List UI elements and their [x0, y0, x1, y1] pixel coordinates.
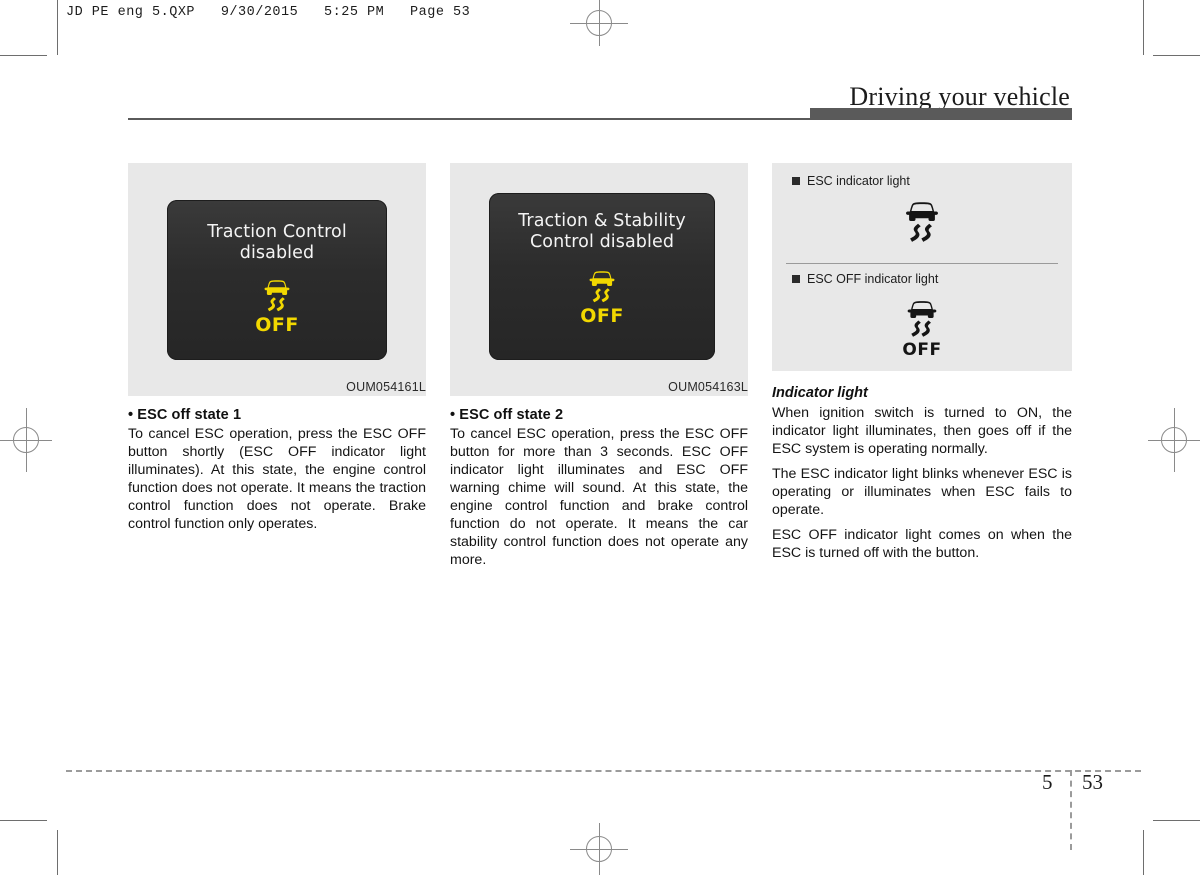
registration-mark-bottom-center: [570, 823, 628, 875]
crop-mark-bottom-right-horizontal: [1153, 820, 1200, 821]
body-paragraph: To cancel ESC operation, press the ESC O…: [450, 426, 748, 569]
indicator-item-esc: ESC indicator light: [792, 174, 910, 188]
esc-off-state-2-text: • ESC off state 2 To cancel ESC operatio…: [450, 407, 748, 569]
esc-off-indicator-label: OFF: [902, 340, 942, 360]
panel-divider: [786, 263, 1058, 264]
column-one: Traction Control disabled OFF OUM054161L…: [128, 163, 426, 533]
lcd-message: Traction & Stability Control disabled: [518, 211, 686, 252]
footer-dashed-vertical: [1070, 770, 1072, 850]
lcd-display: Traction Control disabled OFF: [167, 200, 387, 360]
esc-off-state-2-figure: Traction & Stability Control disabled OF…: [450, 163, 748, 396]
crop-mark-bottom-left-vertical: [57, 830, 58, 875]
esc-off-indicator-icon-wrap: OFF: [772, 295, 1072, 359]
crop-mark-top-left-vertical: [57, 0, 58, 55]
lcd-message: Traction Control disabled: [207, 222, 347, 263]
esc-off-indicator-icon: [901, 295, 943, 341]
registration-mark-right-middle: [1148, 408, 1200, 472]
crop-mark-bottom-right-vertical: [1143, 830, 1144, 875]
registration-circle: [13, 427, 39, 453]
esc-indicator-icon-wrap: [772, 195, 1072, 247]
body-paragraph: ESC OFF indicator light comes on when th…: [772, 527, 1072, 562]
registration-circle: [586, 10, 612, 36]
esc-off-icon-wrap: OFF: [580, 266, 624, 326]
body-paragraph: The ESC indicator light blinks whenever …: [772, 466, 1072, 519]
indicator-light-text: Indicator light When ignition switch is …: [772, 385, 1072, 562]
lcd-message-line-1: Traction Control: [207, 222, 347, 242]
indicator-light-panel: ESC indicator light ESC OFF indicator li…: [772, 163, 1072, 371]
esc-indicator-icon: [899, 195, 945, 247]
registration-circle: [586, 836, 612, 862]
folio-page-number: 53: [1082, 770, 1103, 794]
section-heading: Indicator light: [772, 385, 868, 401]
body-paragraph: When ignition switch is turned to ON, th…: [772, 405, 1072, 458]
registration-mark-top-center: [570, 0, 628, 46]
crop-mark-top-right-horizontal: [1153, 55, 1200, 56]
figure-caption: OUM054163L: [668, 380, 748, 394]
indicator-item-label: ESC indicator light: [807, 174, 910, 188]
print-slug: JD PE eng 5.QXP 9/30/2015 5:25 PM Page 5…: [66, 5, 471, 20]
section-heading: • ESC off state 1: [128, 407, 242, 423]
footer-dashed-rule: [66, 770, 1141, 772]
indicator-item-esc-off: ESC OFF indicator light: [792, 272, 938, 286]
registration-mark-left-middle: [0, 408, 52, 472]
esc-off-icon: [584, 266, 620, 306]
esc-off-icon: [259, 275, 295, 315]
column-two: Traction & Stability Control disabled OF…: [450, 163, 748, 569]
folio-chapter-number: 5: [1042, 770, 1053, 794]
crop-mark-bottom-left-horizontal: [0, 820, 47, 821]
figure-caption: OUM054161L: [346, 380, 426, 394]
lcd-message-line-1: Traction & Stability: [518, 211, 686, 231]
esc-off-state-1-figure: Traction Control disabled OFF OUM054161L: [128, 163, 426, 396]
title-rule-thick: [810, 108, 1072, 120]
indicator-item-label: ESC OFF indicator light: [807, 272, 939, 286]
crop-mark-top-right-vertical: [1143, 0, 1144, 55]
square-bullet-icon: [792, 177, 800, 185]
crop-mark-top-left-horizontal: [0, 55, 47, 56]
registration-circle: [1161, 427, 1187, 453]
esc-off-icon-wrap: OFF: [255, 275, 299, 335]
column-three: ESC indicator light ESC OFF indicator li…: [772, 163, 1072, 562]
lcd-message-line-2: Control disabled: [529, 231, 675, 252]
section-heading: • ESC off state 2: [450, 407, 564, 423]
esc-off-icon-label: OFF: [580, 305, 624, 328]
square-bullet-icon: [792, 275, 800, 283]
lcd-display: Traction & Stability Control disabled OF…: [489, 193, 715, 360]
body-paragraph: To cancel ESC operation, press the ESC O…: [128, 426, 426, 533]
lcd-message-line-2: disabled: [239, 242, 315, 263]
esc-off-state-1-text: • ESC off state 1 To cancel ESC operatio…: [128, 407, 426, 533]
esc-off-icon-label: OFF: [255, 314, 299, 337]
